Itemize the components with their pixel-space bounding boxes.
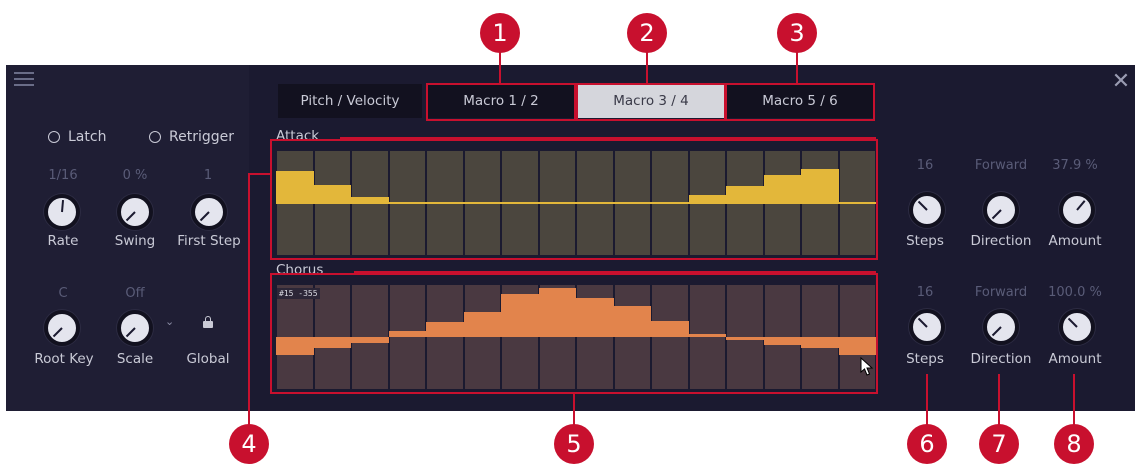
- lock-icon[interactable]: [203, 316, 213, 328]
- retrigger-toggle[interactable]: Retrigger: [149, 129, 234, 145]
- step-cell[interactable]: [427, 285, 463, 389]
- step-bar: [388, 330, 426, 337]
- attack-steps-label: Steps: [906, 233, 944, 249]
- chorus-step-sequencer[interactable]: [276, 285, 876, 389]
- highlight-macro-1-2: [426, 83, 576, 121]
- callout-7-leader: [998, 374, 1000, 426]
- chorus-steps-value: 16: [916, 285, 934, 300]
- step-bar: [313, 184, 351, 203]
- attack-direction-knob[interactable]: [983, 192, 1019, 228]
- callout-1: 1: [480, 13, 520, 53]
- step-bar: [313, 337, 351, 349]
- close-icon[interactable]: ✕: [1110, 70, 1132, 94]
- swing-knob[interactable]: [117, 194, 153, 230]
- chorus-amount-knob[interactable]: [1059, 309, 1095, 345]
- step-bar: [688, 333, 726, 337]
- chorus-amount-label: Amount: [1048, 351, 1102, 367]
- step-bar: [426, 322, 464, 337]
- callout-5-leader: [573, 394, 575, 426]
- retrigger-label: Retrigger: [169, 129, 234, 145]
- scale-value: Off: [125, 286, 145, 301]
- step-bar: [763, 174, 801, 203]
- callout-4-leader: [248, 173, 250, 426]
- step-bar: [801, 337, 839, 349]
- callout-4: 4: [229, 424, 269, 464]
- step-bar: [463, 312, 501, 337]
- first-step-knob[interactable]: [191, 194, 227, 230]
- attack-direction-label: Direction: [970, 233, 1032, 249]
- chevron-down-icon[interactable]: ⌄: [165, 315, 174, 328]
- attack-step-sequencer[interactable]: [276, 151, 876, 255]
- chorus-direction-knob[interactable]: [983, 309, 1019, 345]
- latch-label: Latch: [68, 129, 107, 145]
- center-line: [276, 202, 876, 204]
- step-cell[interactable]: [689, 285, 725, 389]
- step-bar: [801, 168, 839, 203]
- swing-label: Swing: [114, 233, 156, 249]
- callout-4-leader-arm: [248, 173, 272, 175]
- step-bar: [538, 287, 576, 337]
- step-bar: [613, 305, 651, 337]
- step-bar: [501, 294, 539, 337]
- first-step-value: 1: [203, 168, 213, 183]
- highlight-macro-5-6: [725, 83, 875, 121]
- chorus-direction-value: Forward: [974, 285, 1028, 300]
- radio-icon: [149, 131, 161, 143]
- global-label: Global: [186, 351, 230, 367]
- step-value-tooltip: #15 -355: [277, 288, 320, 299]
- callout-6-leader: [926, 374, 928, 426]
- step-bar: [576, 298, 614, 337]
- chorus-steps-knob[interactable]: [909, 309, 945, 345]
- hamburger-menu-icon[interactable]: [14, 72, 34, 88]
- rate-value: 1/16: [48, 168, 78, 183]
- attack-amount-knob[interactable]: [1059, 192, 1095, 228]
- step-cell[interactable]: [389, 285, 425, 389]
- step-bar: [763, 337, 801, 345]
- mouse-cursor-icon: [860, 357, 874, 376]
- scale-label: Scale: [116, 351, 154, 367]
- latch-toggle[interactable]: Latch: [48, 129, 106, 145]
- tab-pitch-velocity[interactable]: Pitch / Velocity: [278, 84, 422, 118]
- step-bar: [276, 170, 314, 203]
- attack-amount-label: Amount: [1048, 233, 1102, 249]
- callout-7: 7: [979, 424, 1019, 464]
- callout-3: 3: [777, 13, 817, 53]
- step-bar: [351, 337, 389, 344]
- step-bar: [838, 337, 876, 356]
- root-key-label: Root Key: [34, 351, 94, 367]
- step-bar: [276, 337, 314, 356]
- chorus-direction-label: Direction: [970, 351, 1032, 367]
- attack-amount-value: 37.9 %: [1052, 158, 1098, 173]
- first-step-label: First Step: [177, 233, 241, 249]
- callout-8-leader: [1073, 374, 1075, 426]
- swing-value: 0 %: [122, 168, 148, 183]
- root-key-knob[interactable]: [44, 310, 80, 346]
- attack-steps-knob[interactable]: [909, 192, 945, 228]
- callout-2: 2: [627, 13, 667, 53]
- root-key-value: C: [58, 286, 68, 301]
- attack-direction-value: Forward: [974, 158, 1028, 173]
- attack-steps-value: 16: [916, 158, 934, 173]
- chorus-steps-label: Steps: [906, 351, 944, 367]
- step-cell[interactable]: [464, 285, 500, 389]
- callout-5: 5: [554, 424, 594, 464]
- rate-knob[interactable]: [44, 194, 80, 230]
- step-cell[interactable]: [652, 285, 688, 389]
- callout-8: 8: [1054, 424, 1094, 464]
- rate-label: Rate: [47, 233, 79, 249]
- step-bar: [726, 337, 764, 341]
- highlight-macro-3-4: [576, 83, 726, 121]
- step-cell[interactable]: [614, 285, 650, 389]
- step-bar: [651, 321, 689, 337]
- chorus-amount-value: 100.0 %: [1048, 285, 1102, 300]
- radio-icon: [48, 131, 60, 143]
- scale-knob[interactable]: [117, 310, 153, 346]
- callout-6: 6: [907, 424, 947, 464]
- step-bar: [726, 185, 764, 203]
